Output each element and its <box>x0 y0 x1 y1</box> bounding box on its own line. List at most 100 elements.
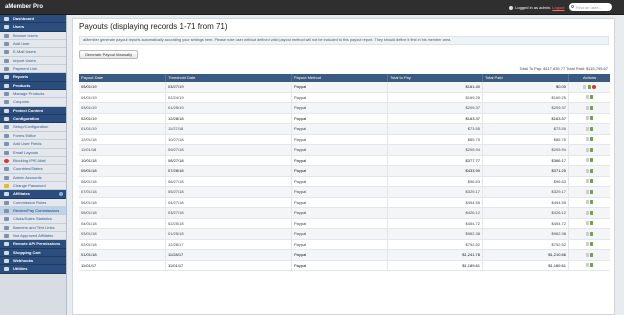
view-report-icon[interactable] <box>585 116 589 121</box>
edit-icon[interactable] <box>590 179 594 184</box>
edit-icon[interactable] <box>590 221 594 226</box>
table-row[interactable]: 09/01/18 07/28/18 Paypal $433.90 $371.25 <box>79 166 610 177</box>
table-row[interactable]: 08/01/18 06/27/18 Paypal $96.63 $96.63 <box>79 176 610 187</box>
edit-icon[interactable] <box>590 242 594 247</box>
find-user-input[interactable]: Find an user... <box>569 3 612 11</box>
view-report-icon[interactable] <box>585 263 589 268</box>
table-row[interactable]: 03/01/19 01/25/19 Paypal $209.37 $209.37 <box>79 103 610 114</box>
edit-icon[interactable] <box>590 231 594 236</box>
table-row[interactable]: 11/01/17 11/01/17 Paypal $1,189.61 $1,189.61 <box>79 260 610 271</box>
sidebar-item-setup[interactable]: Setup/Configuration <box>0 123 66 132</box>
view-report-icon[interactable] <box>585 137 589 142</box>
table-row[interactable]: 11/01/18 09/27/18 Paypal $205.94 $205.94 <box>79 145 610 156</box>
table-row[interactable]: 01/01/19 11/27/18 Paypal $73.55 $73.55 <box>79 124 610 135</box>
sidebar-item-coupons[interactable]: Coupons <box>0 98 66 107</box>
view-report-icon[interactable] <box>585 126 589 131</box>
view-report-icon[interactable] <box>585 231 589 236</box>
edit-icon[interactable] <box>587 84 591 89</box>
sidebar-item-add-user[interactable]: Add User <box>0 40 66 49</box>
sidebar-item-browse[interactable]: Browse Users <box>0 31 66 41</box>
edit-icon[interactable] <box>590 252 594 257</box>
sidebar-item-email[interactable]: E-Mail Users <box>0 48 66 57</box>
edit-icon[interactable] <box>590 263 594 268</box>
edit-icon[interactable] <box>590 147 594 152</box>
table-row[interactable]: 12/01/18 10/27/18 Paypal $85.75 $85.75 <box>79 134 610 145</box>
delete-icon[interactable] <box>591 84 596 89</box>
sidebar-item-fields[interactable]: Add User Fields <box>0 140 66 149</box>
table-row[interactable]: 02/01/18 12/28/17 Paypal $752.52 $752.52 <box>79 239 610 250</box>
view-report-icon[interactable] <box>585 158 589 163</box>
view-report-icon[interactable] <box>585 221 589 226</box>
sidebar-item-dashboard[interactable]: Dashboard <box>0 15 66 24</box>
view-report-icon[interactable] <box>585 105 589 110</box>
sidebar-item-api[interactable]: Remote API Permissions <box>0 240 66 249</box>
edit-icon[interactable] <box>590 168 594 173</box>
generate-payout-button[interactable]: Generate Payout Manually <box>79 50 138 59</box>
table-row[interactable]: 05/01/18 03/27/18 Paypal $426.12 $426.12 <box>79 208 610 219</box>
view-report-icon[interactable] <box>585 242 589 247</box>
sidebar-item-not-approved[interactable]: Not Approved Affiliates <box>0 231 66 241</box>
edit-icon[interactable] <box>590 116 594 121</box>
table-row[interactable]: 02/01/19 12/28/18 Paypal $163.37 $163.57 <box>79 113 610 124</box>
view-report-icon[interactable] <box>585 252 589 257</box>
view-report-icon[interactable] <box>585 168 589 173</box>
sidebar-item-forms[interactable]: Forms Editor <box>0 131 66 141</box>
view-report-icon[interactable] <box>585 179 589 184</box>
sidebar-item-cart[interactable]: Shopping Cart <box>0 248 66 257</box>
sidebar-item-rules[interactable]: Commission Rules <box>0 198 66 207</box>
sidebar-item-admin[interactable]: Admin Accounts <box>0 173 66 182</box>
view-report-icon[interactable] <box>585 95 589 100</box>
sidebar-item-block[interactable]: Blocking IP/E-Mail <box>0 156 66 166</box>
sidebar-item-manage-products[interactable]: Manage Products <box>0 90 66 99</box>
collapse-icon[interactable] <box>59 192 63 197</box>
sidebar-item-key[interactable]: Change Password <box>0 181 66 191</box>
edit-icon[interactable] <box>590 105 594 110</box>
logout-link[interactable]: Logout <box>552 5 564 10</box>
view-report-icon[interactable] <box>585 210 589 215</box>
cell-payout-method: Paypal <box>292 218 388 228</box>
sidebar-item-affiliates[interactable]: Affiliates <box>0 190 66 199</box>
column-header-threshold-date[interactable]: Threshold Date <box>166 74 292 82</box>
table-row[interactable]: 10/01/18 08/27/18 Paypal $377.77 $366.17 <box>79 155 610 166</box>
column-header-payout-date[interactable]: Payout Date <box>79 74 166 82</box>
table-row[interactable]: 06/01/18 04/27/18 Paypal $454.55 $454.55 <box>79 197 610 208</box>
sidebar-item-pay[interactable]: Review/Pay Commissions <box>0 206 66 216</box>
table-row[interactable]: 01/01/18 11/28/17 Paypal $1,241.78 $1,210.66 <box>79 250 610 261</box>
banners-icon <box>4 225 9 230</box>
edit-icon[interactable] <box>590 200 594 205</box>
edit-icon[interactable] <box>590 126 594 131</box>
sidebar-item-banners[interactable]: Banners and Text Links <box>0 223 66 232</box>
table-row[interactable]: 04/01/19 02/24/19 Paypal $169.25 $169.25 <box>79 92 610 103</box>
sidebar-item-import[interactable]: Import Users <box>0 56 66 66</box>
sidebar-item-utilities[interactable]: Utilities <box>0 265 66 274</box>
view-report-icon[interactable] <box>585 200 589 205</box>
column-header-total-to-pay[interactable]: Total to Pay <box>388 74 483 82</box>
table-row[interactable]: 04/01/18 02/25/18 Paypal $454.72 $454.72 <box>79 218 610 229</box>
column-header-total-paid[interactable]: Total Paid <box>483 74 569 82</box>
view-report-icon[interactable] <box>585 189 589 194</box>
sidebar-item-reports[interactable]: Reports <box>0 73 66 82</box>
sidebar-item-stats[interactable]: Clicks/Sales Statistics <box>0 215 66 224</box>
sidebar-item-products[interactable]: Products <box>0 81 66 91</box>
sidebar-item-webhooks[interactable]: Webhooks <box>0 256 66 266</box>
edit-icon[interactable] <box>590 137 594 142</box>
table-row[interactable]: 05/01/19 03/27/19 Paypal $161.40 $0.00 <box>79 82 610 93</box>
view-report-icon[interactable] <box>585 147 589 152</box>
edit-icon[interactable] <box>590 210 594 215</box>
sidebar-item-users[interactable]: Users <box>0 23 66 32</box>
table-row[interactable]: 03/01/18 01/25/18 Paypal $962.38 $962.38 <box>79 229 610 240</box>
edit-icon[interactable] <box>590 95 594 100</box>
edit-icon[interactable] <box>590 189 594 194</box>
sidebar-item-globe[interactable]: Countries/States <box>0 165 66 174</box>
sidebar-item-link[interactable]: Payment Link <box>0 65 66 74</box>
sidebar-item-configuration[interactable]: Configuration <box>0 115 66 124</box>
column-header-payout-method[interactable]: Payout Method <box>292 74 388 82</box>
sidebar-item-email-layout[interactable]: Email Layouts <box>0 148 66 157</box>
link-icon <box>4 67 9 72</box>
configuration-icon <box>4 117 9 122</box>
edit-icon[interactable] <box>590 158 594 163</box>
cell-threshold-date: 02/24/19 <box>166 92 292 102</box>
view-report-icon[interactable] <box>583 84 587 89</box>
table-row[interactable]: 07/01/18 05/27/18 Paypal $329.17 $329.17 <box>79 187 610 198</box>
sidebar-item-protect[interactable]: Protect Content <box>0 106 66 116</box>
